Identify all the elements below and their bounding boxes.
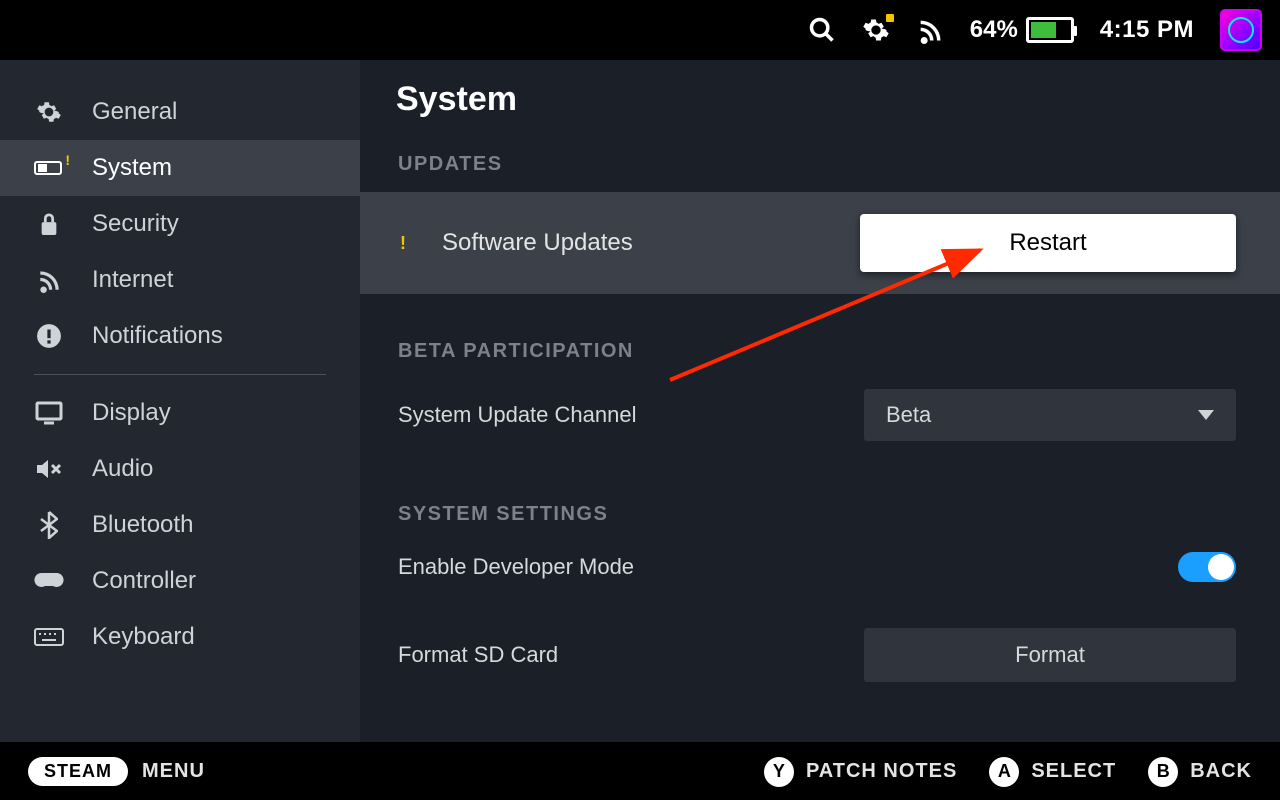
monitor-icon [34, 401, 64, 425]
gear-icon [34, 99, 64, 125]
a-button-icon: A [989, 757, 1019, 787]
sidebar-item-label: Notifications [92, 322, 223, 350]
b-button-hint: B BACK [1148, 757, 1252, 787]
a-button-hint: A SELECT [989, 757, 1116, 787]
gear-icon[interactable] [862, 16, 890, 44]
wifi-icon[interactable] [916, 16, 944, 44]
sidebar-item-internet[interactable]: Internet [0, 252, 360, 308]
y-button-hint: Y PATCH NOTES [764, 757, 957, 787]
developer-mode-row: Enable Developer Mode [396, 542, 1280, 592]
settings-sidebar: General ! System Security Internet Notif… [0, 60, 360, 742]
dropdown-value: Beta [886, 402, 931, 428]
clock: 4:15 PM [1100, 16, 1194, 44]
sidebar-item-label: Audio [92, 455, 153, 483]
controller-icon [34, 571, 64, 591]
battery-percent: 64% [970, 16, 1018, 44]
sidebar-separator [34, 374, 326, 375]
y-button-icon: Y [764, 757, 794, 787]
main-content: System UPDATES ! Software Updates Restar… [360, 60, 1280, 742]
notification-dot-icon [886, 14, 894, 22]
sidebar-item-label: Bluetooth [92, 511, 193, 539]
developer-mode-toggle[interactable] [1178, 552, 1236, 582]
top-status-bar: 64% 4:15 PM [0, 0, 1280, 60]
sidebar-item-bluetooth[interactable]: Bluetooth [0, 497, 360, 553]
update-channel-dropdown[interactable]: Beta [864, 389, 1236, 441]
sidebar-item-label: General [92, 98, 177, 126]
update-channel-row: System Update Channel Beta [396, 379, 1280, 451]
developer-mode-label: Enable Developer Mode [398, 554, 634, 580]
format-sd-label: Format SD Card [398, 642, 558, 668]
warning-icon: ! [400, 233, 406, 254]
section-heading-updates: UPDATES [396, 153, 1280, 176]
sidebar-item-audio[interactable]: Audio [0, 441, 360, 497]
sidebar-item-controller[interactable]: Controller [0, 553, 360, 609]
sidebar-item-keyboard[interactable]: Keyboard [0, 609, 360, 665]
sidebar-item-label: Internet [92, 266, 173, 294]
avatar[interactable] [1220, 9, 1262, 51]
section-heading-beta: BETA PARTICIPATION [396, 340, 1280, 363]
menu-label: MENU [142, 760, 205, 783]
sidebar-item-label: Controller [92, 567, 196, 595]
alert-icon [34, 323, 64, 349]
sidebar-item-label: Keyboard [92, 623, 195, 651]
sidebar-item-label: System [92, 154, 172, 182]
sidebar-item-label: Display [92, 399, 171, 427]
wifi-icon [34, 267, 64, 293]
speaker-mute-icon [34, 457, 64, 481]
software-updates-row: ! Software Updates Restart [360, 192, 1280, 294]
search-icon[interactable] [808, 16, 836, 44]
page-title: System [396, 80, 1280, 119]
software-updates-label: Software Updates [442, 229, 633, 257]
steam-button[interactable]: STEAM [28, 757, 128, 786]
b-button-icon: B [1148, 757, 1178, 787]
lock-icon [34, 211, 64, 237]
chevron-down-icon [1198, 410, 1214, 420]
device-icon: ! [34, 158, 64, 178]
battery-status: 64% [970, 16, 1074, 44]
format-button[interactable]: Format [864, 628, 1236, 682]
update-channel-label: System Update Channel [398, 402, 636, 428]
sidebar-item-security[interactable]: Security [0, 196, 360, 252]
section-heading-system-settings: SYSTEM SETTINGS [396, 503, 1280, 526]
restart-button[interactable]: Restart [860, 214, 1236, 272]
format-sd-row: Format SD Card Format [396, 618, 1280, 692]
sidebar-item-notifications[interactable]: Notifications [0, 308, 360, 364]
battery-icon [1026, 17, 1074, 43]
bluetooth-icon [34, 511, 64, 539]
sidebar-item-general[interactable]: General [0, 84, 360, 140]
sidebar-item-display[interactable]: Display [0, 385, 360, 441]
bottom-nav-bar: STEAM MENU Y PATCH NOTES A SELECT B BACK [0, 742, 1280, 800]
sidebar-item-system[interactable]: ! System [0, 140, 360, 196]
sidebar-item-label: Security [92, 210, 179, 238]
keyboard-icon [34, 628, 64, 646]
